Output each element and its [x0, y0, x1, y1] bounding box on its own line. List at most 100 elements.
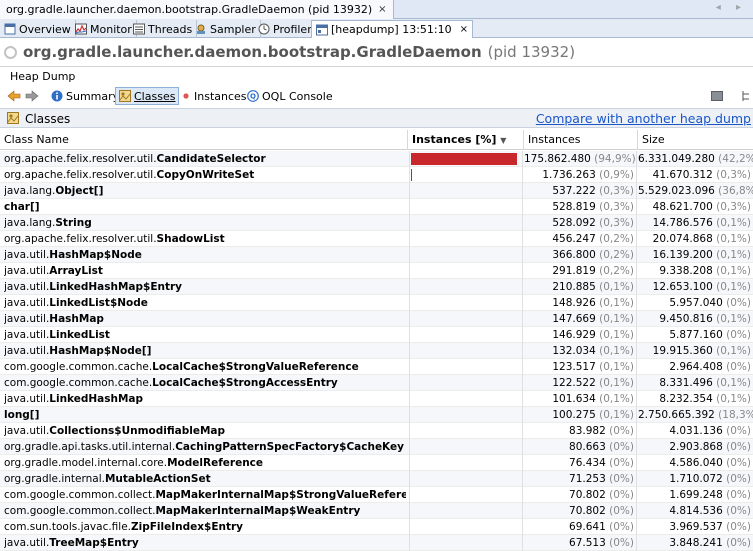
instances-percent: (0,1%)	[599, 377, 634, 389]
size-cell: 19.915.360 (0,1%)	[638, 343, 753, 359]
tab-scroll-arrows-icon[interactable]: ◂ ▸	[716, 2, 747, 13]
table-row[interactable]: java.util.TreeMap$Entry 67.513 (0%) 3.848.…	[0, 535, 753, 551]
table-row[interactable]: char[] 528.819 (0,3%) 48.621.700 (0,3%)	[0, 199, 753, 215]
tab-threads[interactable]: Threads	[129, 20, 198, 38]
classes-button[interactable]: Classes	[115, 87, 180, 105]
back-button[interactable]	[4, 87, 24, 105]
class-simple-name: ModelReference	[167, 457, 264, 469]
window-tab-strip: org.gradle.launcher.daemon.bootstrap.Gra…	[0, 0, 753, 19]
size-percent: (18,3%)	[718, 409, 753, 421]
instances-count: 210.885	[552, 281, 596, 293]
tab-profiler[interactable]: Profiler	[254, 20, 317, 38]
table-row[interactable]: org.apache.felix.resolver.util.CopyOnWri…	[0, 167, 753, 183]
instances-percent: (0,2%)	[599, 249, 634, 261]
class-simple-name: CachingPatternSpecFactory$CacheKey	[175, 441, 404, 453]
info-icon	[51, 90, 63, 102]
class-name-cell: java.lang.Object[]	[4, 183, 406, 199]
column-class-name[interactable]: Class Name	[0, 130, 408, 150]
size-bytes: 9.338.208	[659, 265, 713, 277]
instances-count: 122.522	[552, 377, 596, 389]
instances-bar-cell	[409, 391, 523, 407]
table-row[interactable]: com.google.common.collect.MapMakerIntern…	[0, 503, 753, 519]
table-row[interactable]: long[]100.275 (0,1%)2.750.665.392 (18,3%…	[0, 407, 753, 423]
heapdump-icon	[316, 24, 328, 35]
table-row[interactable]: org.gradle.api.tasks.util.internal.Cachi…	[0, 439, 753, 455]
instances-percent: (0%)	[609, 441, 634, 453]
instances-count: 100.275	[552, 409, 596, 421]
table-row[interactable]: com.google.common.collect.MapMakerIntern…	[0, 487, 753, 503]
class-package: com.google.common.cache.	[4, 377, 153, 389]
class-package: java.util.	[4, 345, 50, 357]
close-icon[interactable]: ×	[378, 4, 386, 15]
instances-count: 528.819	[552, 201, 596, 213]
instances-cell: 122.522 (0,1%)	[524, 375, 637, 391]
size-percent: (0%)	[726, 441, 751, 453]
table-row[interactable]: com.sun.tools.javac.file.ZipFileIndex$En…	[0, 519, 753, 535]
tab-heapdump-label: [heapdump] 13:51:10	[331, 23, 452, 36]
table-row[interactable]: org.gradle.model.internal.core.ModelRefe…	[0, 455, 753, 471]
column-instances[interactable]: Instances	[524, 130, 638, 150]
table-row[interactable]: java.util.HashMap$Node[] 132.034 (0,1%) 19…	[0, 343, 753, 359]
size-percent: (0,1%)	[716, 393, 751, 405]
close-icon[interactable]: ×	[460, 24, 468, 35]
table-row[interactable]: com.google.common.cache.LocalCache$Stron…	[0, 359, 753, 375]
size-cell: 5.877.160 (0%)	[638, 327, 753, 343]
class-package: java.util.	[4, 249, 50, 261]
class-name-cell: java.util.Collections$UnmodifiableMap	[4, 423, 406, 439]
more-options-button[interactable]	[738, 87, 753, 105]
size-percent: (0%)	[726, 537, 751, 549]
class-simple-name: LinkedList	[49, 329, 110, 341]
instances-bar-cell	[409, 535, 523, 551]
class-name-cell: com.google.common.cache.LocalCache$Stron…	[4, 375, 406, 391]
column-size[interactable]: Size	[638, 130, 753, 150]
table-row[interactable]: java.util.Collections$UnmodifiableMap 83.…	[0, 423, 753, 439]
instances-percent: (0,1%)	[599, 329, 634, 341]
class-simple-name: MutableActionSet	[104, 473, 211, 485]
tab-sampler[interactable]: Sampler	[191, 20, 261, 38]
size-bytes: 12.653.100	[652, 281, 713, 293]
tab-overview[interactable]: Overview	[0, 20, 76, 38]
compare-heap-dump-link[interactable]: Compare with another heap dump	[536, 111, 751, 126]
table-row[interactable]: java.util.HashMap$Node 366.800 (0,2%) 16.1…	[0, 247, 753, 263]
table-row[interactable]: java.util.ArrayList 291.819 (0,2%) 9.338.2…	[0, 263, 753, 279]
size-bytes: 19.915.360	[652, 345, 713, 357]
class-name-cell: java.util.LinkedList	[4, 327, 406, 343]
profiler-icon	[258, 23, 270, 35]
table-row[interactable]: com.google.common.cache.LocalCache$Stron…	[0, 375, 753, 391]
table-row[interactable]: java.util.HashMap 147.669 (0,1%) 9.450.816…	[0, 311, 753, 327]
size-percent: (0%)	[726, 457, 751, 469]
save-heapdump-button[interactable]	[708, 87, 726, 105]
size-bytes: 2.903.868	[669, 441, 723, 453]
table-row[interactable]: java.lang.Object[] 537.222 (0,3%) 5.529.02…	[0, 183, 753, 199]
table-row[interactable]: java.util.LinkedHashMap$Entry 210.885 (0,…	[0, 279, 753, 295]
tab-monitor[interactable]: Monitor	[71, 20, 137, 38]
column-instances-percent[interactable]: Instances [%] ▼	[408, 130, 524, 150]
size-percent: (0,1%)	[716, 281, 751, 293]
class-package: com.google.common.collect.	[4, 505, 156, 517]
size-percent: (0,3%)	[716, 201, 751, 213]
instances-bar-cell	[409, 487, 523, 503]
oql-console-label: OQL Console	[262, 89, 333, 103]
table-row[interactable]: org.apache.felix.resolver.util.Candidate…	[0, 151, 753, 167]
table-row[interactable]: java.util.LinkedList 146.929 (0,1%) 5.877.…	[0, 327, 753, 343]
class-simple-name: LocalCache$StrongValueReference	[152, 361, 359, 373]
class-name-cell: java.util.HashMap	[4, 311, 406, 327]
table-row[interactable]: java.util.LinkedList$Node 148.926 (0,1%) 5…	[0, 295, 753, 311]
class-name-cell: java.util.ArrayList	[4, 263, 406, 279]
table-row[interactable]: org.apache.felix.resolver.util.ShadowLis…	[0, 231, 753, 247]
oql-console-button[interactable]: Q OQL Console	[244, 87, 336, 105]
summary-button[interactable]: Summary	[48, 87, 122, 105]
instances-button[interactable]: Instances	[178, 87, 250, 105]
table-row[interactable]: java.util.LinkedHashMap 101.634 (0,1%) 8.2…	[0, 391, 753, 407]
window-tab-gradle-daemon[interactable]: org.gradle.launcher.daemon.bootstrap.Gra…	[0, 0, 394, 19]
instances-count: 70.802	[569, 489, 606, 501]
class-package: java.lang.	[4, 217, 56, 229]
classes-icon	[7, 112, 19, 124]
table-row[interactable]: java.lang.String 528.092 (0,3%) 14.786.576…	[0, 215, 753, 231]
tab-heapdump[interactable]: [heapdump] 13:51:10 ×	[311, 20, 473, 38]
tree-options-icon	[742, 91, 749, 101]
table-row[interactable]: org.gradle.internal.MutableActionSet 71.2…	[0, 471, 753, 487]
class-name-cell: com.google.common.collect.MapMakerIntern…	[4, 487, 406, 503]
forward-button[interactable]	[22, 87, 42, 105]
classes-label: Classes	[134, 89, 176, 103]
